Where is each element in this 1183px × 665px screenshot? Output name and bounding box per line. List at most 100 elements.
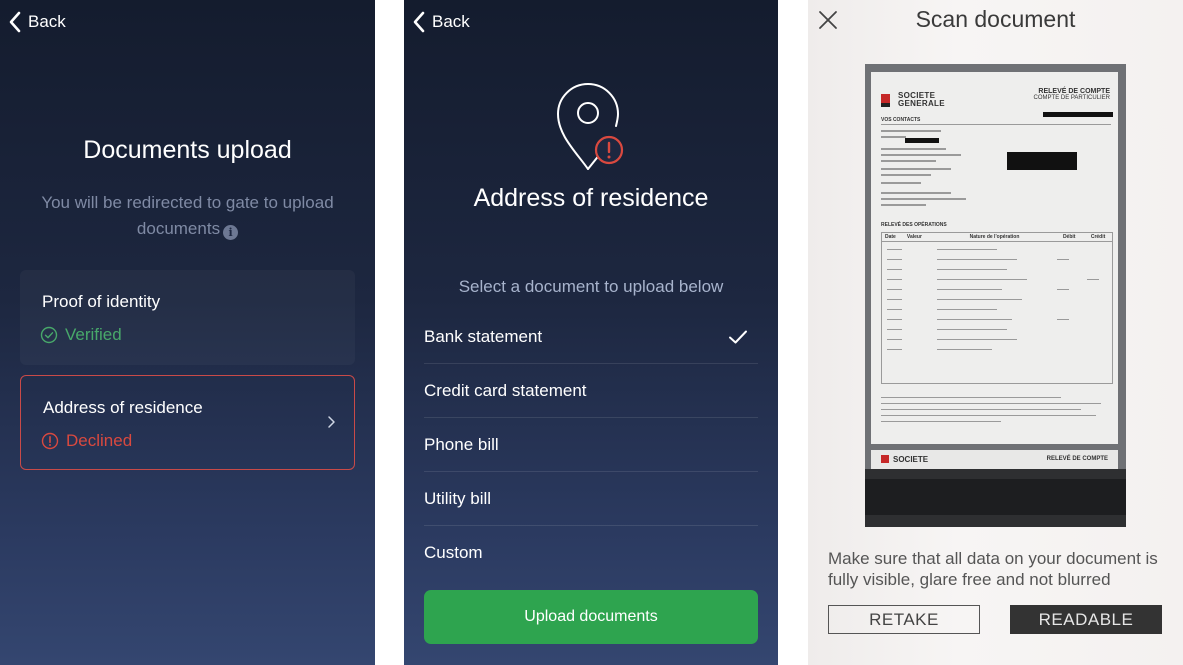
proof-of-identity-card: Proof of identity Verified (20, 270, 355, 365)
doc-col-valeur: Valeur (906, 234, 922, 240)
address-of-residence-card[interactable]: Address of residence Declined (20, 375, 355, 470)
doc-footnote-line (881, 409, 1081, 410)
doc-footnote-line (881, 403, 1101, 404)
doc-table-cell (887, 349, 902, 350)
doc-table-cell (937, 339, 1017, 340)
doc-table-cell (937, 349, 992, 350)
doc-table-cell (887, 299, 902, 300)
readable-button[interactable]: READABLE (1010, 605, 1162, 634)
document-camera-preview: SOCIETE GENERALE RELEVÉ DE COMPTE COMPTE… (865, 64, 1126, 527)
scanned-document: SOCIETE GENERALE RELEVÉ DE COMPTE COMPTE… (871, 72, 1118, 444)
doc-section-operations: RELEVÉ DES OPÉRATIONS (881, 222, 947, 228)
doc-table-cell (937, 309, 997, 310)
page-subtitle: You will be redirected to gate to upload… (40, 190, 335, 242)
page-title: Scan document (915, 6, 1076, 32)
doc-text-line (881, 168, 951, 170)
doc-footnote-line (881, 397, 1061, 398)
doc-table-cell (937, 299, 1022, 300)
bank-logo: SOCIETE GENERALE (881, 92, 945, 108)
doc-text-line (881, 192, 951, 194)
redaction-block (1007, 152, 1077, 170)
doc-table-cell (887, 249, 902, 250)
redaction-bar (1043, 112, 1113, 117)
scan-document-screen: Scan document SOCIETE GENERALE RELEVÉ DE… (808, 0, 1183, 665)
document-type-list: Bank statement Credit card statement Pho… (424, 310, 758, 580)
info-icon[interactable]: i (223, 225, 239, 240)
status-text: Declined (66, 431, 133, 450)
option-custom[interactable]: Custom (424, 526, 758, 580)
doc-table-cell (1057, 289, 1069, 290)
doc-section-contacts: VOS CONTACTS (881, 117, 921, 123)
doc-text-line (881, 148, 946, 150)
doc-header: RELEVÉ DE COMPTE COMPTE DE PARTICULIER (1034, 88, 1110, 102)
doc-table-cell (1057, 319, 1069, 320)
page-subtitle: Select a document to upload below (458, 277, 724, 296)
option-phone-bill[interactable]: Phone bill (424, 418, 758, 472)
status-text: Verified (65, 325, 122, 344)
next-page-heading: RELEVÉ DE COMPTE (1046, 456, 1108, 462)
checkmark-icon (729, 330, 747, 343)
doc-text-line (881, 174, 931, 176)
chevron-right-icon (328, 416, 335, 428)
doc-table-cell (887, 279, 902, 280)
back-button[interactable]: Back (8, 10, 66, 34)
chevron-left-icon (9, 11, 21, 33)
doc-footnote-line (881, 421, 1001, 422)
chevron-left-icon (413, 11, 425, 33)
doc-table-cell (887, 319, 902, 320)
doc-table-cell (1057, 259, 1069, 260)
doc-rule (881, 124, 1111, 125)
doc-table-cell (937, 319, 1012, 320)
option-label: Credit card statement (424, 380, 587, 400)
card-label: Address of residence (43, 398, 203, 417)
doc-text-line (881, 130, 941, 132)
documents-upload-screen: Back Documents upload You will be redire… (0, 0, 375, 665)
doc-table-cell (887, 339, 902, 340)
subtitle-text: You will be redirected to gate to upload… (41, 193, 334, 238)
doc-table-cell (937, 249, 997, 250)
back-label: Back (28, 12, 66, 31)
doc-table-cell (937, 329, 1007, 330)
doc-text-line (881, 182, 921, 184)
doc-table-cell (887, 329, 902, 330)
address-of-residence-screen: Back Address of residence Select a docum… (404, 0, 778, 665)
option-label: Bank statement (424, 326, 543, 346)
doc-text-line (881, 160, 936, 162)
next-page-edge: SOCIETE RELEVÉ DE COMPTE (871, 450, 1118, 470)
doc-table-cell (887, 269, 902, 270)
option-bank-statement[interactable]: Bank statement (424, 310, 758, 364)
redaction-bar (905, 138, 939, 143)
doc-table-cell (887, 289, 902, 290)
declined-status: Declined (41, 431, 132, 451)
option-label: Phone bill (424, 434, 499, 454)
back-label: Back (432, 12, 470, 31)
doc-table-cell (887, 259, 902, 260)
option-label: Utility bill (424, 488, 492, 508)
doc-operations-table: Date Valeur Nature de l'opération Débit … (881, 232, 1113, 384)
camera-shadow (865, 469, 1126, 527)
doc-text-line (881, 204, 926, 206)
option-utility-bill[interactable]: Utility bill (424, 472, 758, 526)
card-label: Proof of identity (42, 292, 161, 311)
doc-table-cell (887, 309, 902, 310)
doc-table-header: Date Valeur Nature de l'opération Débit … (882, 233, 1112, 242)
doc-table-cell (937, 269, 1007, 270)
doc-table-cell (937, 289, 1002, 290)
doc-table-cell (937, 259, 1017, 260)
bank-logo-mark (881, 455, 889, 463)
verified-status: Verified (40, 325, 122, 345)
page-title: Address of residence (473, 184, 709, 212)
doc-text-line (881, 198, 966, 200)
scan-instructions: Make sure that all data on your document… (828, 549, 1158, 589)
doc-heading: RELEVÉ DE COMPTE (1038, 88, 1110, 95)
alert-circle-icon (41, 432, 59, 450)
page-title: Documents upload (83, 136, 292, 164)
doc-table-cell (937, 279, 1027, 280)
option-credit-card-statement[interactable]: Credit card statement (424, 364, 758, 418)
back-button[interactable]: Back (412, 10, 470, 34)
retake-button[interactable]: RETAKE (828, 605, 980, 634)
doc-col-credit: Crédit (1090, 234, 1106, 240)
upload-documents-button[interactable]: Upload documents (424, 590, 758, 644)
doc-col-debit: Débit (1062, 234, 1076, 240)
option-label: Custom (424, 543, 483, 562)
